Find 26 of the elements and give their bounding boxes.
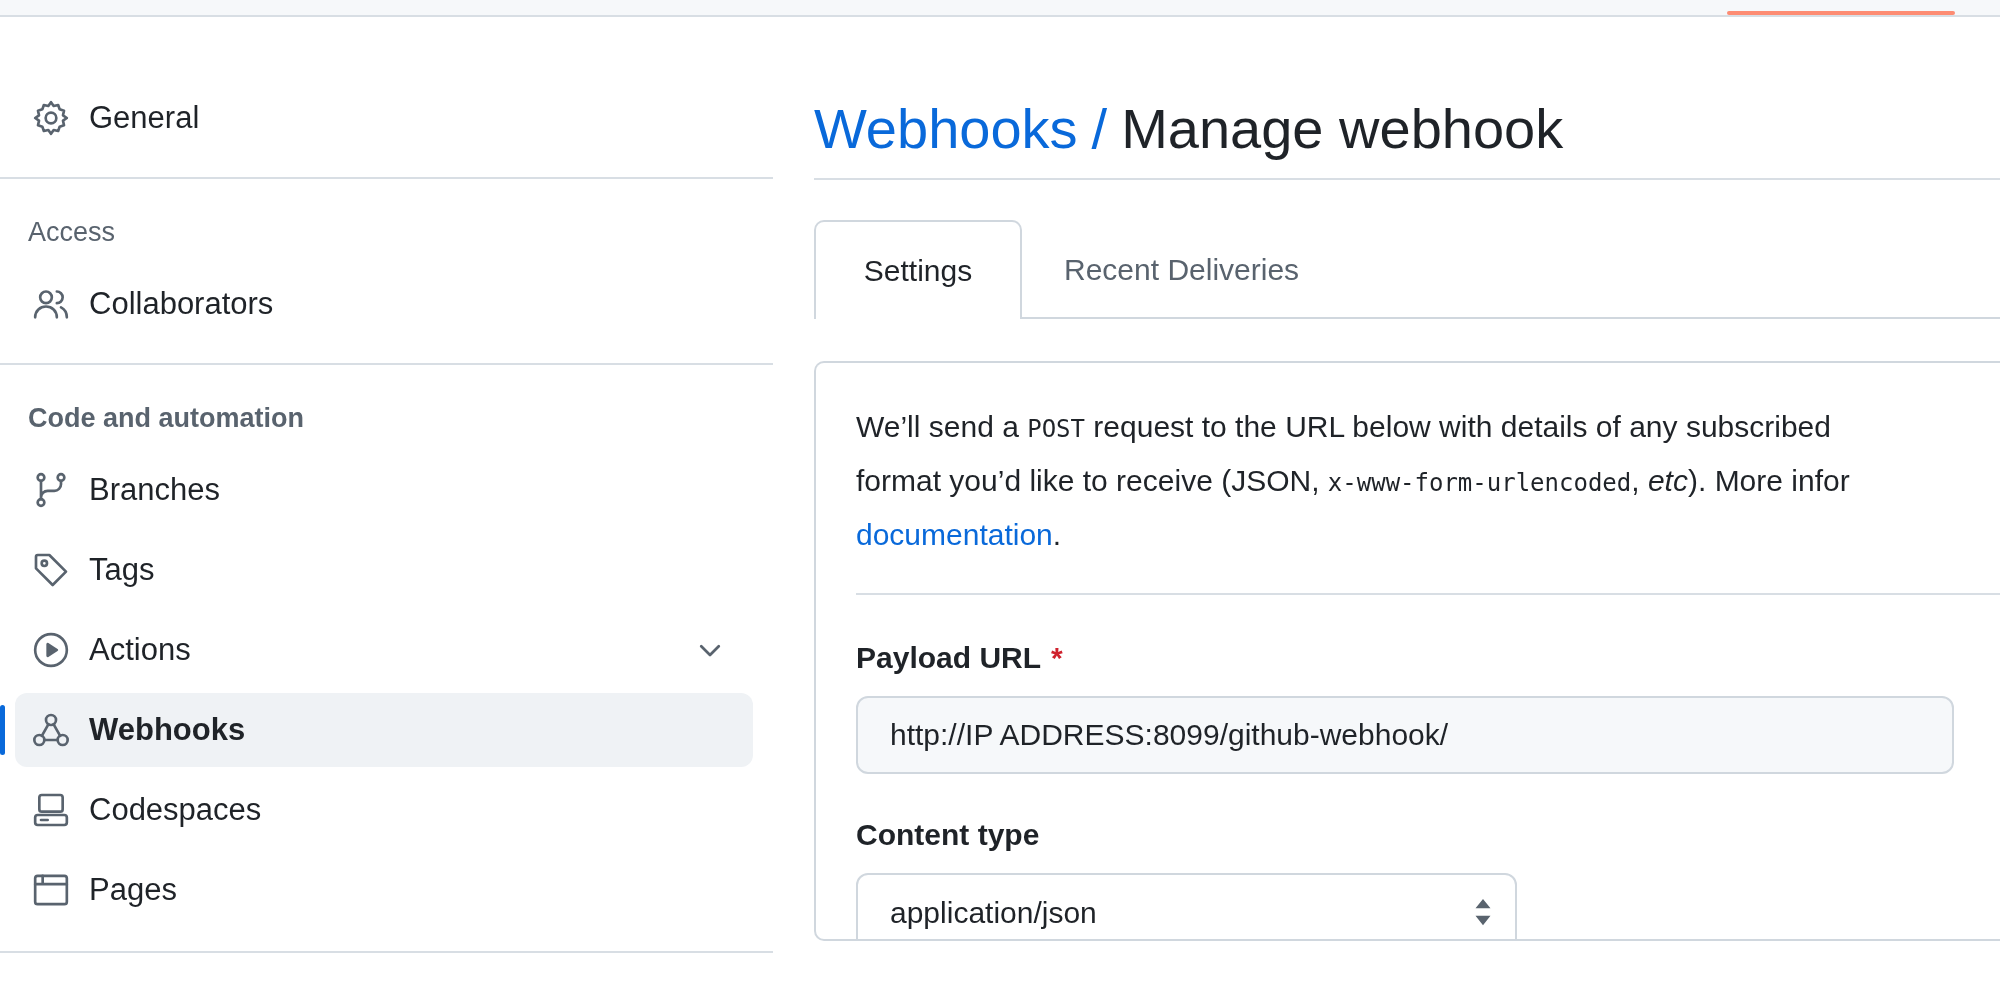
section-heading: Access [27,215,117,249]
required-asterisk: * [1051,641,1063,675]
breadcrumb-separator: / [1091,96,1108,162]
play-circle-icon [31,630,71,670]
gear-icon [31,98,71,138]
section-heading: Code and automation [27,401,305,435]
active-indicator [0,705,5,755]
sidebar-item[interactable]: Branches [15,453,753,527]
field-label-text: Payload URL [856,641,1042,675]
tab[interactable]: Settings [814,220,1022,320]
sidebar-item[interactable]: Collaborators [15,267,753,341]
sidebar-item[interactable]: Actions [15,613,753,687]
sidebar-item[interactable]: Pages [15,853,753,927]
page-title: Manage webhook [1121,96,1564,162]
url-input-field[interactable]: http://IP ADDRESS:8099/github-webhook/ [856,696,1954,775]
field-label: Content type [856,817,1041,854]
sidebar-item[interactable]: Codespaces [15,773,753,847]
breadcrumb-link[interactable]: Webhooks [814,95,1078,163]
content-type-select[interactable]: application/json [856,873,1517,940]
select-caret-icon [1473,897,1493,928]
intro-paragraph: We’ll send a POST request to the URL below with details of any subscribed format you’d like to receive (JSON, x-www-form-urlencoded, etc). More infor documentation. [856,409,1851,554]
sidebar-item[interactable]: General [15,81,753,155]
tab[interactable]: Recent Deliveries [1022,220,1342,320]
sidebar-item[interactable]: Webhooks [15,693,753,767]
documentation-link[interactable]: documentation [856,518,1053,552]
sidebar-item[interactable]: Tags [15,533,753,607]
